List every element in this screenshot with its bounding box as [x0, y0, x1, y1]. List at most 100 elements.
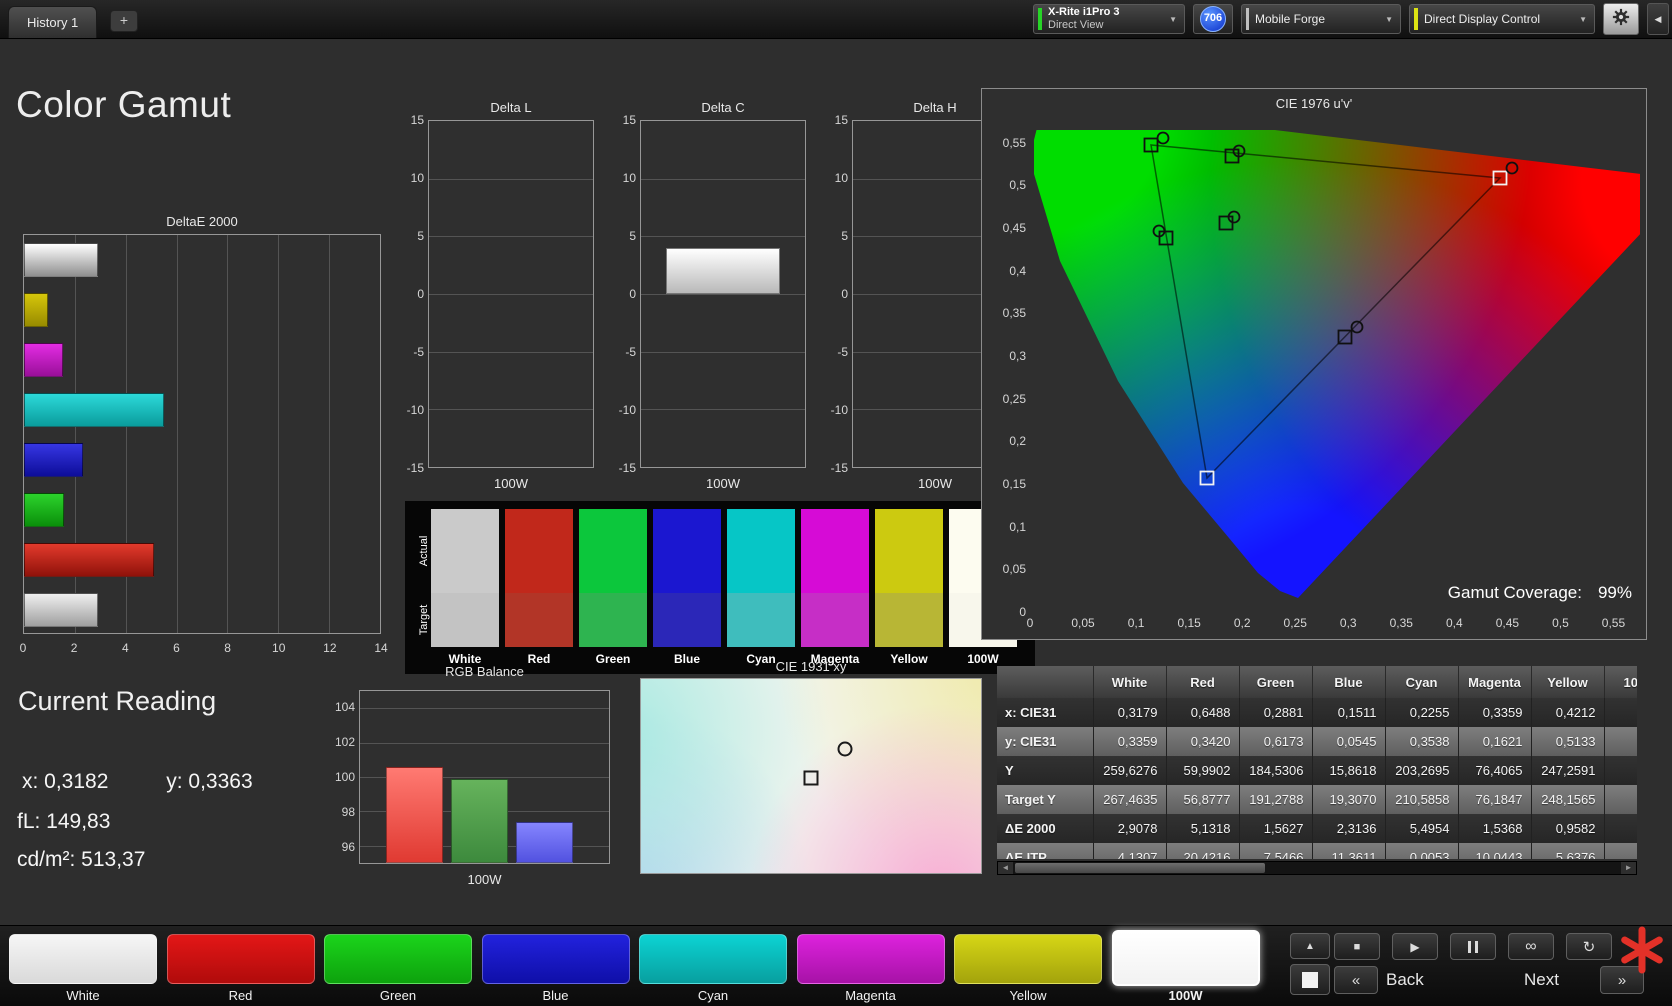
table-cell: 5,1318 [1166, 814, 1239, 843]
pause-button[interactable] [1450, 933, 1496, 960]
scroll-patterns-up-button[interactable]: ▲ [1290, 933, 1330, 959]
pattern-label-yellow: Yellow [954, 988, 1102, 1003]
pattern-window-button[interactable] [1290, 964, 1330, 995]
rgb-balance-plot [359, 690, 610, 864]
deltae-x-axis: 02468101214 [23, 641, 381, 655]
table-cell: 0,3359 [1458, 698, 1531, 727]
pattern-source-selector[interactable]: Mobile Forge ▼ [1241, 4, 1401, 34]
red-asterisk-icon [1618, 926, 1666, 974]
table-cell: 59,9902 [1166, 756, 1239, 785]
delta_l-ytick: 0 [392, 287, 424, 301]
delta_h-ytick: 10 [816, 171, 848, 185]
deltae-bar-green [24, 493, 64, 527]
next-label[interactable]: Next [1524, 970, 1559, 990]
xy-marker-target [804, 770, 819, 785]
pattern-button-red[interactable] [167, 934, 315, 984]
cie-ytick: 0,15 [986, 477, 1026, 491]
table-cell: 203,2695 [1385, 756, 1458, 785]
deltae-xtick: 12 [323, 641, 336, 655]
table-cell: 51 [1604, 785, 1637, 814]
table-horizontal-scrollbar[interactable]: ◄ ► [997, 861, 1637, 875]
pattern-label-green: Green [324, 988, 472, 1003]
table-cell: 0,2255 [1385, 698, 1458, 727]
delta_c-ytick: -10 [604, 403, 636, 417]
delta_l-plot [428, 120, 594, 468]
table-cell: 51 [1604, 756, 1637, 785]
cie-ytick: 0,5 [986, 178, 1026, 192]
tab-history-1[interactable]: History 1 [8, 6, 97, 38]
topbar-widgets: X-Rite i1Pro 3 Direct View ▼ 706 Mobile … [1033, 3, 1669, 35]
meter-selector[interactable]: X-Rite i1Pro 3 Direct View ▼ [1033, 4, 1185, 34]
reading-fl: fL: 149,83 [17, 810, 110, 834]
previous-step-button[interactable]: « [1334, 966, 1378, 994]
source-label: Mobile Forge [1255, 12, 1325, 26]
table-row-4: Target Y267,463556,8777191,278819,307021… [997, 785, 1637, 814]
pattern-button-green[interactable] [324, 934, 472, 984]
delta-c-title: Delta C [640, 100, 806, 115]
delta_c-gridline [641, 294, 805, 295]
add-tab-button[interactable]: + [110, 10, 138, 32]
deltae2000-chart-title: DeltaE 2000 [23, 214, 381, 229]
delta_l-ytick: -15 [392, 461, 424, 475]
table-cell: 0,3420 [1166, 727, 1239, 756]
table-row-2: y: CIE310,33590,34200,61730,05450,35380,… [997, 727, 1637, 756]
pattern-label-blue: Blue [482, 988, 630, 1003]
table-row-1: x: CIE310,31790,64880,28810,15110,22550,… [997, 698, 1637, 727]
meter-name: X-Rite i1Pro 3 Direct View [1048, 6, 1120, 32]
pattern-button-cyan[interactable] [639, 934, 787, 984]
scroll-right-arrow[interactable]: ► [1621, 862, 1636, 874]
col-header-blank [997, 666, 1093, 698]
gamut-coverage-value: 99% [1598, 583, 1632, 602]
swatch-actual-white [431, 509, 499, 593]
table-cell: 0,6488 [1166, 698, 1239, 727]
table-cell: 76,1847 [1458, 785, 1531, 814]
continuous-read-button[interactable]: ∞ [1508, 933, 1554, 960]
swatch-actual-blue [653, 509, 721, 593]
swatch-target-yellow [875, 593, 943, 647]
read-button[interactable]: ▶ [1392, 933, 1438, 960]
scroll-left-arrow[interactable]: ◄ [998, 862, 1013, 874]
pattern-button-100w[interactable] [1112, 930, 1260, 986]
table-cell: 0,0545 [1312, 727, 1385, 756]
scrollbar-thumb[interactable] [1015, 863, 1265, 873]
table-row-6: ΔE ITP4,130720,42167,546611,36110,005310… [997, 843, 1637, 859]
page-title: Color Gamut [16, 84, 231, 126]
swatch-target-green [579, 593, 647, 647]
deltae-bar-blue [24, 443, 83, 477]
table-cell: 0,9582 [1531, 814, 1604, 843]
refresh-button[interactable]: ↻ [1566, 933, 1612, 960]
table-cell: 2,9078 [1093, 814, 1166, 843]
rgb-gridline [360, 743, 609, 744]
display-control-selector[interactable]: Direct Display Control ▼ [1409, 4, 1595, 34]
delta_h-ytick: -10 [816, 403, 848, 417]
delta_h-ylabels: 151050-5-10-15 [816, 120, 848, 468]
pattern-button-blue[interactable] [482, 934, 630, 984]
source-accent [1246, 8, 1249, 30]
pattern-button-yellow[interactable] [954, 934, 1102, 984]
cie-ytick: 0,3 [986, 349, 1026, 363]
double-chevron-left-icon: « [1352, 972, 1360, 989]
cie1976-x-axis: 00,050,10,150,20,250,30,350,40,450,50,55 [1030, 616, 1640, 630]
gamut-coverage-label: Gamut Coverage: [1448, 583, 1582, 602]
pattern-button-magenta[interactable] [797, 934, 945, 984]
delta_c-gridline [641, 409, 805, 410]
pattern-button-white[interactable] [9, 934, 157, 984]
cie1931-plot [640, 678, 982, 874]
table-row-3: Y259,627659,9902184,530615,8618203,26957… [997, 756, 1637, 785]
stop-button[interactable]: ■ [1334, 933, 1380, 960]
cie-ytick: 0,1 [986, 520, 1026, 534]
back-label[interactable]: Back [1386, 970, 1424, 990]
table-cell: 11,3611 [1312, 843, 1385, 859]
table-cell: 1,5627 [1239, 814, 1312, 843]
delta_l-gridline [429, 352, 593, 353]
delta_h-ytick: 0 [816, 287, 848, 301]
delta_l-ytick: -5 [392, 345, 424, 359]
swatch-target-blue [653, 593, 721, 647]
deltae-plot [23, 234, 381, 634]
col-header-Green: Green [1239, 666, 1312, 698]
settings-button[interactable] [1603, 3, 1639, 35]
reading-x: x: 0,3182 [22, 770, 108, 793]
collapse-panel-button[interactable]: ◀ [1647, 3, 1669, 35]
cie1976-title: CIE 1976 u'v' [981, 96, 1647, 111]
cie1931-title: CIE 1931 xy [640, 659, 982, 674]
